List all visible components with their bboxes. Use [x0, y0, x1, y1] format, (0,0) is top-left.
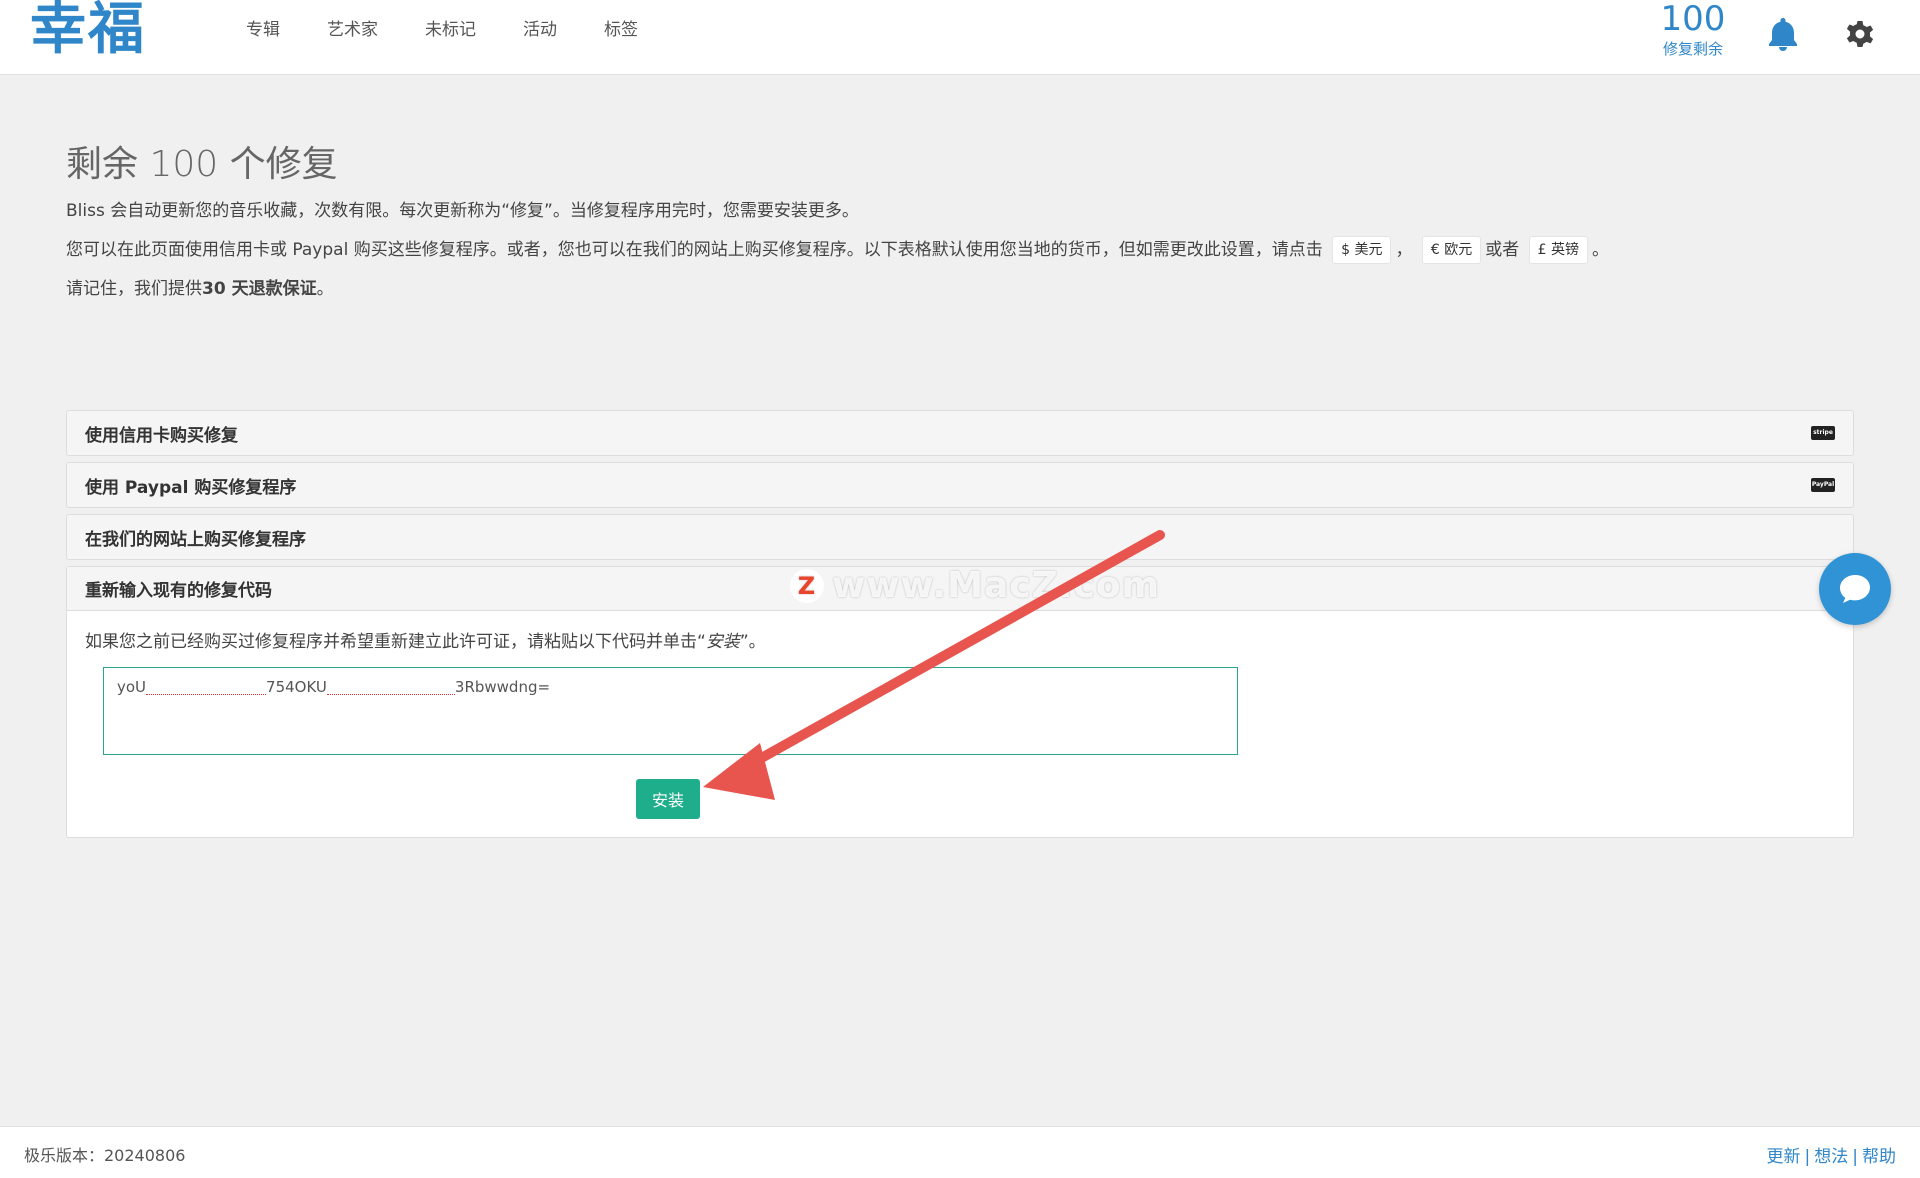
- intro-paragraph-3: 请记住，我们提供30 天退款保证。: [66, 276, 334, 302]
- chat-icon: [1840, 575, 1870, 603]
- panel-credit-card: 使用信用卡购买修复 stripe: [66, 410, 1854, 456]
- panel-website: 在我们的网站上购买修复程序: [66, 514, 1854, 560]
- fix-code-value: yoU 754OKU 3Rbwwdng=: [117, 677, 550, 697]
- currency-usd-button[interactable]: $ 美元: [1332, 236, 1392, 264]
- eur-symbol: €: [1430, 242, 1440, 258]
- panel-reenter-title: 重新输入现有的修复代码: [85, 581, 272, 601]
- gear-icon[interactable]: [1842, 16, 1878, 52]
- intro-paragraph-2: 您可以在此页面使用信用卡或 Paypal 购买这些修复程序。或者，您也可以在我们…: [66, 236, 1609, 264]
- nav-tags[interactable]: 标签: [604, 18, 638, 42]
- app-logo[interactable]: 幸福: [30, 0, 146, 60]
- top-bar: 幸福 专辑 艺术家 未标记 活动 标签 100 修复剩余: [0, 0, 1920, 75]
- usd-label: 美元: [1354, 242, 1383, 258]
- currency-gbp-button[interactable]: £ 英镑: [1528, 236, 1589, 264]
- watermark: Z www.MacZ.com: [790, 565, 1160, 606]
- panel-paypal: 使用 Paypal 购买修复程序 PayPal: [66, 462, 1854, 508]
- fixes-label: 修复剩余: [1662, 40, 1723, 58]
- code-redaction-2: [326, 680, 455, 695]
- eur-label: 欧元: [1444, 242, 1473, 258]
- chat-support-button[interactable]: [1819, 553, 1891, 625]
- panel-paypal-title: 使用 Paypal 购买修复程序: [85, 477, 297, 498]
- intro-p3-suffix: 。: [316, 279, 334, 299]
- nav-albums[interactable]: 专辑: [246, 18, 280, 42]
- intro-paragraph-1: Bliss 会自动更新您的音乐收藏，次数有限。每次更新称为“修复”。当修复程序用…: [66, 201, 859, 221]
- code-part-1: yoU: [117, 678, 147, 696]
- or-text: 或者: [1485, 240, 1520, 260]
- gbp-label: 英镑: [1551, 242, 1580, 258]
- footer: 极乐版本：20240806 更新 | 想法 | 帮助: [0, 1126, 1920, 1178]
- footer-links: 更新 | 想法 | 帮助: [1767, 1142, 1896, 1167]
- code-part-2: 754OKU: [266, 678, 327, 696]
- footer-link-update[interactable]: 更新: [1767, 1147, 1801, 1167]
- panel-credit-card-header[interactable]: 使用信用卡购买修复 stripe: [67, 411, 1853, 455]
- panel-reenter-code: 重新输入现有的修复代码 如果您之前已经购买过修复程序并希望重新建立此许可证，请粘…: [66, 566, 1854, 838]
- fixes-count: 100: [1660, 0, 1726, 39]
- code-part-3: 3Rbwwdng=: [454, 678, 551, 696]
- panel-paypal-header[interactable]: 使用 Paypal 购买修复程序 PayPal: [67, 463, 1853, 507]
- main-nav: 专辑 艺术家 未标记 活动 标签: [246, 18, 685, 42]
- panel-website-header[interactable]: 在我们的网站上购买修复程序: [67, 515, 1853, 559]
- app-version: 极乐版本：20240806: [24, 1146, 186, 1165]
- intro-p3-prefix: 请记住，我们提供: [66, 279, 202, 299]
- reenter-text-suffix: ”。: [739, 632, 766, 652]
- page-title: 剩余 100 个修复: [66, 144, 338, 185]
- nav-untagged[interactable]: 未标记: [425, 18, 476, 42]
- fixes-counter[interactable]: 100 修复剩余: [1650, 0, 1736, 60]
- paypal-icon: PayPal: [1811, 478, 1835, 492]
- panel-credit-card-title: 使用信用卡购买修复: [85, 425, 238, 446]
- reenter-text-prefix: 如果您之前已经购买过修复程序并希望重新建立此许可证，请粘贴以下代码并单击“: [85, 632, 706, 652]
- comma: ，: [1395, 240, 1413, 260]
- period: 。: [1592, 240, 1610, 260]
- install-button[interactable]: 安装: [636, 779, 700, 819]
- intro-p2-text: 您可以在此页面使用信用卡或 Paypal 购买这些修复程序。或者，您也可以在我们…: [66, 240, 1323, 260]
- watermark-logo-icon: Z: [790, 568, 824, 603]
- footer-separator: |: [1852, 1147, 1858, 1167]
- usd-symbol: $: [1341, 242, 1351, 258]
- reenter-instructions: 如果您之前已经购买过修复程序并希望重新建立此许可证，请粘贴以下代码并单击“安装”…: [85, 629, 766, 655]
- bell-icon[interactable]: [1763, 14, 1803, 54]
- gbp-symbol: £: [1537, 242, 1547, 258]
- nav-artists[interactable]: 艺术家: [327, 18, 378, 42]
- footer-separator: |: [1804, 1147, 1811, 1167]
- watermark-text: www.MacZ.com: [832, 565, 1160, 606]
- code-redaction-1: [146, 680, 267, 695]
- stripe-icon: stripe: [1811, 426, 1835, 440]
- refund-guarantee: 30 天退款保证: [202, 279, 317, 299]
- reenter-text-install: 安装: [705, 632, 740, 652]
- footer-link-ideas[interactable]: 想法: [1814, 1147, 1848, 1167]
- footer-link-help[interactable]: 帮助: [1862, 1147, 1896, 1167]
- nav-activity[interactable]: 活动: [523, 18, 557, 42]
- panel-website-title: 在我们的网站上购买修复程序: [85, 529, 306, 550]
- currency-eur-button[interactable]: € 欧元: [1421, 236, 1482, 264]
